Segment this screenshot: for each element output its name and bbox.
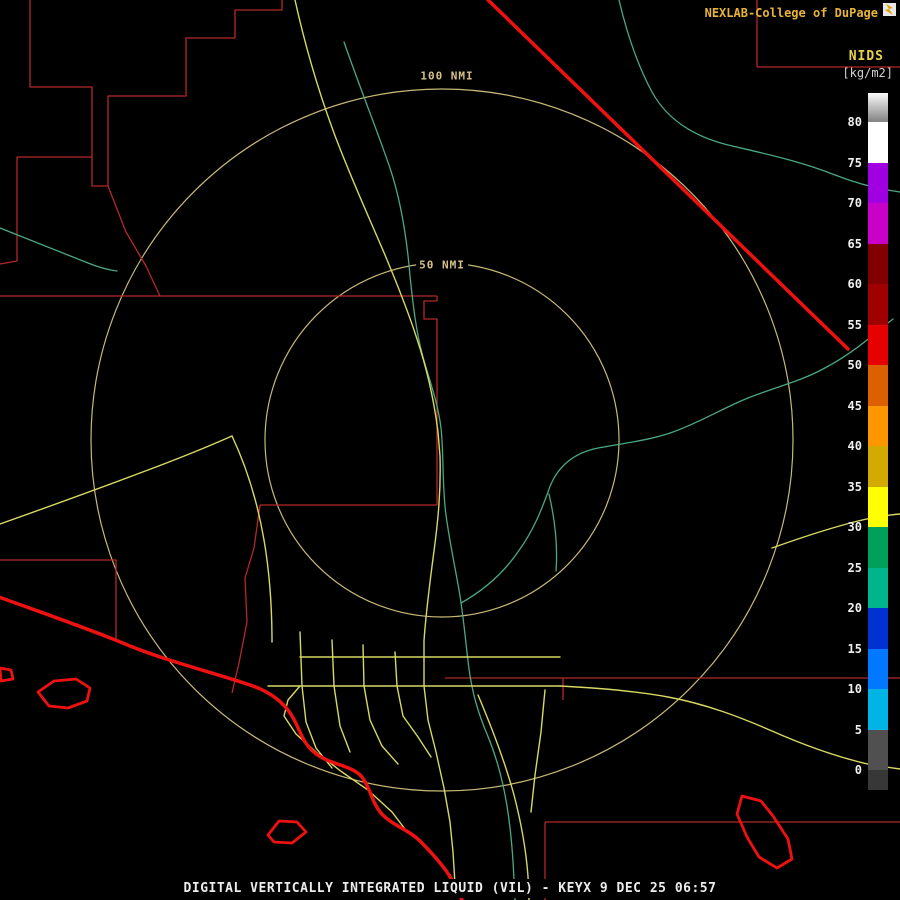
highway [232,436,272,642]
colorbar-segment: 35 [868,446,888,487]
colorbar-segment: 25 [868,527,888,568]
state-border-coastline [0,0,848,900]
colorbar-tick-label: 15 [848,642,862,656]
river [344,42,515,900]
colorbar-segment: 5 [868,689,888,730]
island-outline [0,668,13,681]
colorbar-tick-label: 55 [848,318,862,332]
colorbar-tick-label: 35 [848,480,862,494]
colorbar-segment: 55 [868,284,888,325]
colorbar-segment: 15 [868,608,888,649]
county-line [232,505,260,693]
colorbar-segment: 70 [868,163,888,204]
logo-background [883,3,896,16]
colorbar-tick-label: 20 [848,601,862,615]
radar-display: NEXLAB-College of DuPage NIDS [kg/m2] 10… [0,0,900,900]
cod-logo-icon [883,3,896,16]
island-outline [268,821,306,843]
range-ring-label-50nmi: 50 NMI [416,259,468,272]
island-outline [38,679,90,708]
colorbar-segment: 50 [868,325,888,366]
colorbar-tick-label: 65 [848,237,862,251]
highway [284,686,408,833]
colorbar-segment: 75 [868,122,888,163]
colorbar-segment: 0 [868,730,888,771]
highways [0,0,900,900]
colorbar-segment: 65 [868,203,888,244]
highway [560,686,900,769]
colorbar-tick-label: 75 [848,156,862,170]
colorbar-tick-label: 0 [855,763,862,777]
radar-map [0,0,900,900]
colorbar-tick-label: 60 [848,277,862,291]
colorbar-tick-label: 70 [848,196,862,210]
colorbar-tick-label: 45 [848,399,862,413]
highway [478,695,529,900]
river [549,494,557,571]
colorbar-segment: 20 [868,568,888,609]
highway [531,690,545,812]
colorbar-tick-label: 25 [848,561,862,575]
colorbar-tick-label: 5 [855,723,862,737]
island-outline [737,796,792,868]
colorbar: 80757065605550454035302520151050 [868,93,888,790]
colorbar-tick-label: 80 [848,115,862,129]
units-label: [kg/m2] [842,66,893,80]
rivers [0,0,900,900]
range-ring-label-100nmi: 100 NMI [417,70,476,83]
county-line [0,0,92,264]
credit-text: NEXLAB-College of DuPage [705,6,878,20]
highway [295,0,440,660]
colorbar-segment: 40 [868,406,888,447]
highway [300,632,332,768]
colorbar-tick-label: 10 [848,682,862,696]
colorbar-tick-label: 50 [848,358,862,372]
product-code-label: NIDS [849,49,884,64]
river [461,319,893,603]
highway [363,645,398,764]
colorbar-tick-label: 40 [848,439,862,453]
colorbar-segment: 60 [868,244,888,285]
colorbar-tick-label: 30 [848,520,862,534]
colorbar-segment: 80 [868,93,888,122]
county-line [92,0,282,186]
state-border-line [488,0,848,349]
highway [0,436,232,524]
county-borders [0,0,900,900]
colorbar-segment [868,770,888,790]
coastline [0,596,462,900]
colorbar-segment: 45 [868,365,888,406]
county-line [0,560,116,641]
colorbar-segment: 10 [868,649,888,690]
product-caption: DIGITAL VERTICALLY INTEGRATED LIQUID (VI… [0,879,900,898]
colorbar-segment: 30 [868,487,888,528]
